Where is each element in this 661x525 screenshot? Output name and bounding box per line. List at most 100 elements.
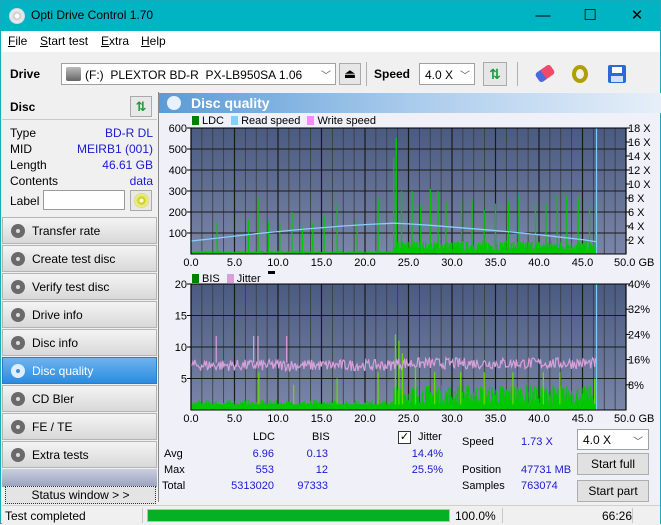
- nav-disc-quality[interactable]: Disc quality: [2, 357, 157, 384]
- progress-fill: [148, 510, 449, 521]
- legend-label: Read speed: [241, 115, 301, 127]
- legend-label: Jitter: [236, 273, 261, 285]
- disc-header-title: Disc: [10, 100, 36, 114]
- legend-label: Write speed: [317, 115, 376, 127]
- status-divider: [632, 508, 633, 523]
- maximize-button[interactable]: ☐: [567, 1, 613, 31]
- nav-create-test-disc[interactable]: Create test disc: [2, 245, 157, 272]
- panel-title: Disc quality: [191, 95, 270, 111]
- status-bar: Test completed 100.0% 66:26: [2, 505, 660, 524]
- refresh-button[interactable]: ⇅: [483, 62, 507, 86]
- legend-ldc: LDC: [192, 115, 224, 127]
- disc-icon: [11, 392, 25, 406]
- speed-select[interactable]: 4.0 X ﹀: [419, 63, 475, 85]
- eraser-icon: [534, 63, 556, 84]
- erase-button[interactable]: [533, 62, 557, 86]
- nav-drive-info[interactable]: Drive info: [2, 301, 157, 328]
- toolbar: Drive (F:) PLEXTOR BD-R PX-LB950SA 1.06 …: [1, 52, 660, 92]
- disc-info-key: Contents: [10, 174, 59, 188]
- menu-extra[interactable]: Extra: [101, 34, 129, 48]
- disc-refresh-button[interactable]: ⇅: [130, 96, 152, 117]
- stats-max-bis: 12: [315, 464, 328, 476]
- status-divider: [502, 508, 503, 523]
- nav-label: Drive info: [32, 308, 83, 322]
- legend-swatch: [192, 116, 199, 125]
- disc-label-input[interactable]: [43, 190, 125, 210]
- nav-label: FE / TE: [32, 420, 73, 434]
- start-part-button[interactable]: Start part: [577, 480, 649, 502]
- menu-help-label: elp: [149, 34, 166, 48]
- jitter-checkbox[interactable]: ✓: [398, 431, 411, 444]
- nav-fe-te[interactable]: FE / TE: [2, 413, 157, 440]
- nav-label: Extra tests: [32, 448, 89, 462]
- stats-row-label: Avg: [164, 448, 183, 460]
- drive-select-value: (F:) PLEXTOR BD-R PX-LB950SA 1.06: [85, 68, 303, 82]
- nav-verify-test-disc[interactable]: Verify test disc: [2, 273, 157, 300]
- samples-value: 763074: [521, 480, 558, 492]
- disc-label-button[interactable]: [130, 190, 152, 211]
- nav-disc-info[interactable]: Disc info: [2, 329, 157, 356]
- elapsed-time: 66:26: [602, 509, 633, 523]
- test-speed-select[interactable]: 4.0 X ﹀: [577, 429, 649, 450]
- drive-label: Drive: [10, 67, 41, 81]
- menu-file[interactable]: File: [8, 34, 27, 48]
- minimize-button[interactable]: —: [520, 1, 566, 31]
- gears-icon: [572, 65, 588, 83]
- disc-icon: [11, 308, 25, 322]
- chart-resize-marker: [267, 271, 275, 274]
- disc-header: Disc ⇅: [2, 92, 157, 120]
- toolbar-separator: [366, 62, 367, 86]
- disc-info-key: Length: [10, 158, 47, 172]
- menu-extra-accel: E: [101, 34, 110, 48]
- disc-info-length: Length 46.61 GB: [10, 158, 153, 174]
- position-value: 47731 MB: [521, 464, 572, 476]
- menu-start-test[interactable]: Start test: [40, 34, 88, 48]
- legend-swatch: [307, 116, 315, 125]
- disc-info-type: Type BD-R DL: [10, 126, 153, 142]
- jitter-label: Jitter: [418, 431, 442, 443]
- nav-label: Disc quality: [32, 364, 94, 378]
- progress-percent: 100.0%: [455, 509, 496, 523]
- disc-icon: [11, 280, 25, 294]
- menu-extra-label: xtra: [109, 34, 130, 48]
- stats-avg-bis: 0.13: [306, 448, 328, 460]
- samples-label: Samples: [462, 480, 505, 492]
- nav-label: CD Bler: [32, 392, 75, 406]
- window-title: Opti Drive Control 1.70: [31, 8, 154, 22]
- menu-help-accel: H: [141, 34, 150, 48]
- test-speed-value: 4.0 X: [583, 433, 612, 447]
- speed-select-value: 4.0 X: [425, 68, 454, 82]
- disc-icon: [11, 224, 25, 238]
- nav-label: Create test disc: [32, 252, 116, 266]
- disc-icon: [11, 364, 25, 378]
- nav-label: Transfer rate: [32, 224, 101, 238]
- nav-transfer-rate[interactable]: Transfer rate: [2, 217, 157, 244]
- legend-swatch: [226, 274, 234, 283]
- speed-readout-value: 1.73 X: [521, 436, 553, 448]
- speed-label: Speed: [374, 67, 411, 81]
- disc-icon: [11, 448, 25, 462]
- save-button[interactable]: [605, 62, 629, 86]
- menu-start-test-label: tart test: [48, 34, 89, 48]
- menu-file-label: ile: [15, 34, 28, 48]
- floppy-icon: [608, 65, 626, 83]
- disc-info-value: MEIRB1 (001): [76, 142, 153, 156]
- chevron-down-icon: ﹀: [321, 71, 331, 82]
- close-button[interactable]: ✕: [614, 1, 660, 31]
- stats-max-jitter: 25.5%: [411, 464, 443, 476]
- nav-extra-tests[interactable]: Extra tests: [2, 441, 157, 468]
- status-window-button[interactable]: Status window > >: [5, 486, 156, 504]
- stats-total-bis: 97333: [297, 480, 328, 492]
- settings-button[interactable]: [568, 62, 592, 86]
- drive-select[interactable]: (F:) PLEXTOR BD-R PX-LB950SA 1.06 ﹀: [61, 63, 336, 85]
- menu-help[interactable]: Help: [141, 34, 166, 48]
- stats-row-label: Total: [162, 480, 186, 492]
- nav-label: Verify test disc: [32, 280, 110, 294]
- stats-avg-jitter: 14.4%: [411, 448, 443, 460]
- stats-col-bis: BIS: [312, 431, 330, 443]
- eject-button[interactable]: ⏏: [339, 63, 361, 85]
- legend-label: BIS: [202, 273, 220, 285]
- disc-icon: [11, 420, 25, 434]
- start-full-button[interactable]: Start full: [577, 453, 649, 475]
- nav-cd-bler[interactable]: CD Bler: [2, 385, 157, 412]
